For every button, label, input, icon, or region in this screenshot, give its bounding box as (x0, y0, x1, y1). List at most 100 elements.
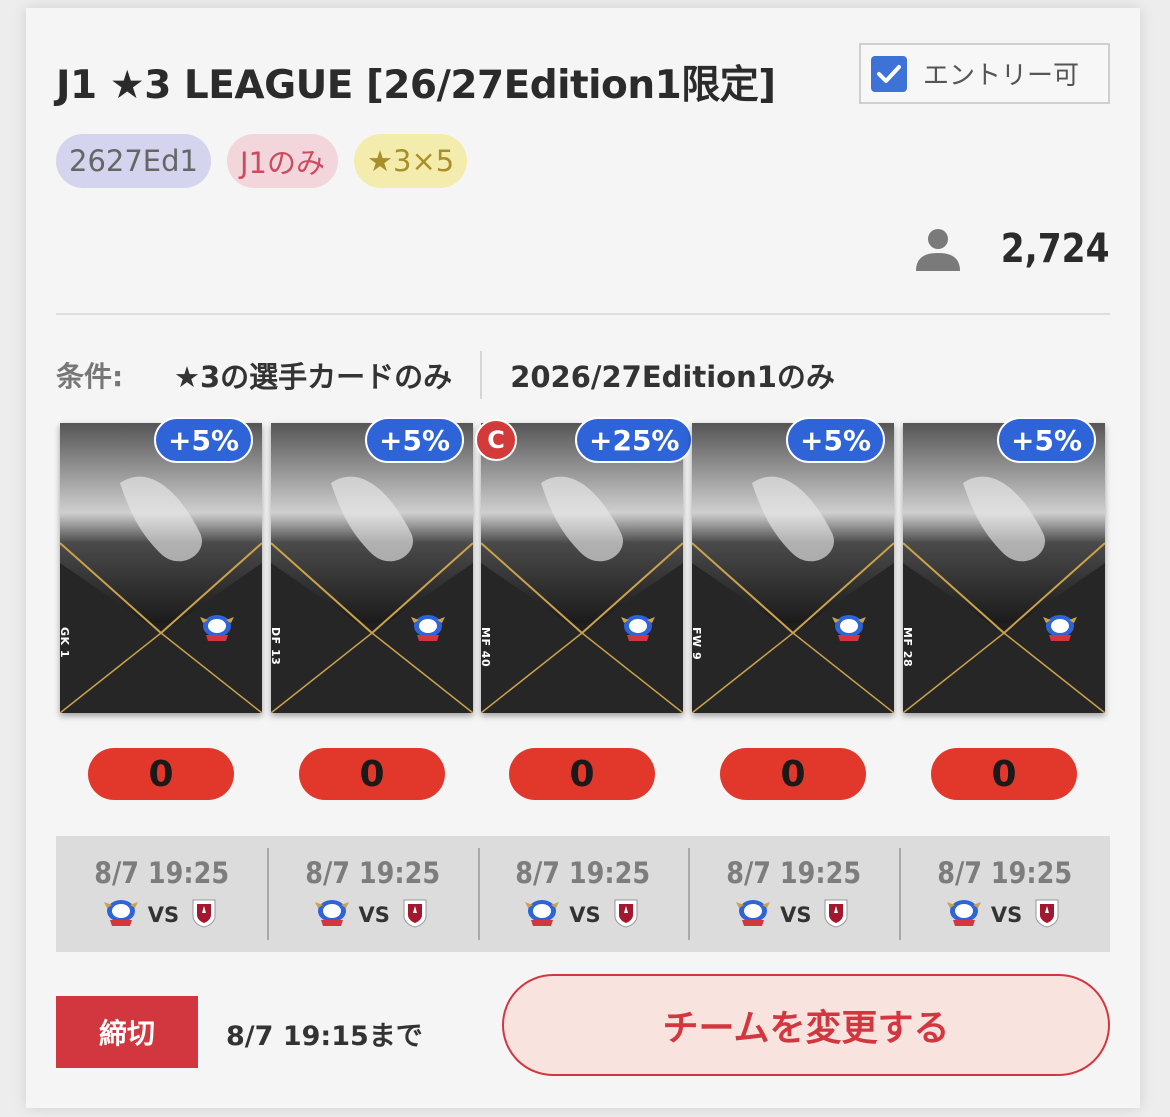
player-card-text: MF 28YAMANERiku★★★ (903, 627, 914, 713)
vs-label: VS (780, 903, 812, 927)
condition-edition: 2026/27Edition1のみ (510, 360, 835, 394)
home-team-crest-icon (314, 898, 349, 932)
tag-list: 2627Ed1 J1のみ ★3×5 (56, 134, 468, 188)
player-score: 0 (509, 748, 655, 800)
entry-checkbox[interactable] (871, 55, 907, 92)
away-crest-svg (614, 899, 638, 928)
match-item: 8/7 19:25 VS (477, 836, 689, 952)
away-crest-svg (403, 899, 427, 928)
member-count: 2,724 (915, 226, 1110, 272)
away-crest-svg (824, 899, 848, 928)
player-card-text: MF 40AMANOJun★★★ (481, 627, 492, 713)
away-team-crest-icon (189, 898, 219, 932)
deadline-badge: 締切 (56, 996, 198, 1068)
card-art (692, 423, 894, 713)
person-icon (916, 229, 961, 271)
match-time: 8/7 19:25 (304, 856, 440, 890)
player-card[interactable]: MF 40AMANOJun★★★ (481, 423, 683, 713)
check-icon (877, 64, 901, 83)
captain-badge: C (475, 419, 517, 461)
club-crest-icon-svg (1043, 615, 1077, 641)
home-team-crest-icon (736, 898, 771, 932)
divider (56, 313, 1110, 315)
player-card-text: FW 9TANIMURAKaina★★★ (692, 627, 703, 713)
league-title: J1 ★3 LEAGUE [26/27Edition1限定] (56, 63, 776, 108)
match-teams: VS (103, 898, 219, 932)
match-time: 8/7 19:25 (726, 856, 862, 890)
club-crest-icon-svg (621, 615, 655, 641)
deadline-text: 8/7 19:15まで (226, 1021, 423, 1052)
player-position: MF 28 (903, 627, 914, 668)
match-time: 8/7 19:25 (937, 856, 1073, 890)
club-crest-icon-svg (832, 615, 866, 641)
change-team-button[interactable]: チームを変更する (502, 974, 1110, 1076)
condition-separator (480, 351, 483, 399)
conditions: 条件: ★3の選手カードのみ 2026/27Edition1のみ (56, 351, 835, 399)
home-crest-svg (314, 900, 349, 926)
condition-star3: ★3の選手カードのみ (174, 360, 453, 394)
club-crest-icon-svg (411, 615, 445, 641)
vs-label: VS (990, 903, 1023, 927)
match-list: 8/7 19:25 VS 8/7 19:25 VS 8/7 19:25 VS 8/7 19:… (56, 836, 1110, 952)
card-art (271, 423, 473, 713)
home-crest-svg (525, 900, 560, 926)
bonus-badge: +25% (575, 417, 694, 463)
member-count-value: 2,724 (1001, 226, 1110, 272)
match-time: 8/7 19:25 (93, 856, 229, 890)
home-team-crest-icon (103, 898, 138, 932)
player-position: DF 13 (271, 627, 282, 666)
card-art (60, 423, 262, 713)
bonus-badge: +5% (997, 417, 1096, 463)
match-item: 8/7 19:25 VS (688, 836, 899, 952)
player-score: 0 (931, 748, 1077, 800)
player-card-text: GK 1PARKIlgyu★★★ (60, 627, 71, 713)
tag-edition: 2627Ed1 (56, 134, 211, 188)
match-item: 8/7 19:25 VS (899, 836, 1110, 952)
match-time: 8/7 19:25 (515, 856, 651, 890)
vs-label: VS (569, 903, 601, 927)
home-crest-svg (103, 900, 138, 926)
player-position: GK 1 (60, 627, 71, 658)
bonus-badge: +5% (154, 417, 253, 463)
match-teams: VS (736, 898, 851, 932)
card-art (903, 423, 1105, 713)
match-item: 8/7 19:25 VS (56, 836, 267, 952)
player-score: 0 (88, 748, 234, 800)
bonus-badge: +5% (786, 417, 885, 463)
match-teams: VS (946, 898, 1062, 932)
vs-label: VS (147, 903, 180, 927)
home-crest-svg (736, 900, 771, 926)
match-teams: VS (314, 898, 430, 932)
player-score: 0 (720, 748, 866, 800)
home-team-crest-icon (525, 898, 560, 932)
club-crest-icon-svg (200, 615, 234, 641)
conditions-label: 条件: (56, 360, 124, 393)
player-position: MF 40 (481, 627, 492, 668)
away-team-crest-icon (611, 898, 641, 932)
away-team-crest-icon (821, 898, 851, 932)
away-crest-svg (1035, 899, 1059, 928)
vs-label: VS (358, 903, 390, 927)
player-card[interactable]: GK 1PARKIlgyu★★★ (60, 423, 262, 713)
away-team-crest-icon (1032, 898, 1062, 932)
match-teams: VS (525, 898, 640, 932)
home-crest-svg (946, 900, 981, 926)
player-card[interactable]: DF 13INOUETaisei★★★ (271, 423, 473, 713)
match-item: 8/7 19:25 VS (266, 836, 478, 952)
away-team-crest-icon (400, 898, 430, 932)
player-card[interactable]: FW 9TANIMURAKaina★★★ (692, 423, 894, 713)
player-card-text: DF 13INOUETaisei★★★ (271, 627, 282, 713)
player-score: 0 (299, 748, 445, 800)
away-crest-svg (192, 899, 216, 928)
card-art (481, 423, 683, 713)
tag-j1-only: J1のみ (227, 134, 339, 188)
entry-status[interactable]: エントリー可 (859, 43, 1110, 104)
tag-star-limit: ★3×5 (354, 134, 468, 188)
player-card[interactable]: MF 28YAMANERiku★★★ (903, 423, 1105, 713)
home-team-crest-icon (946, 898, 981, 932)
player-card-row: GK 1PARKIlgyu★★★ +5% DF 13INOUETaisei★★★ +5… (60, 417, 1110, 723)
player-position: FW 9 (692, 627, 703, 660)
bonus-badge: +5% (365, 417, 464, 463)
entry-label: エントリー可 (923, 61, 1080, 91)
league-panel: J1 ★3 LEAGUE [26/27Edition1限定] エントリー可 26… (26, 8, 1140, 1108)
